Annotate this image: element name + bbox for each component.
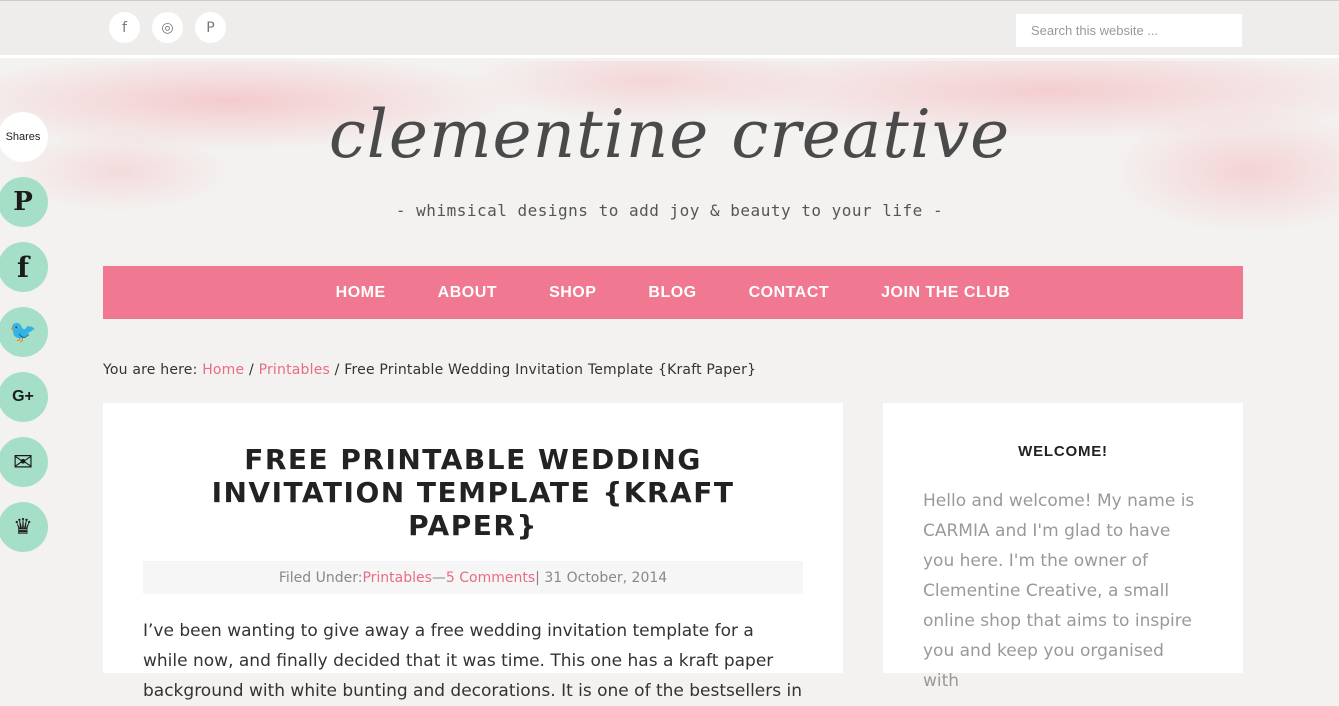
breadcrumb-prefix: You are here:: [103, 362, 203, 378]
nav-shop[interactable]: SHOP: [549, 284, 596, 302]
sidebar-welcome-widget: WELCOME! Hello and welcome! My name is C…: [883, 403, 1243, 691]
nav-contact[interactable]: CONTACT: [749, 284, 830, 302]
breadcrumb-separator: /: [244, 362, 259, 378]
widget-title: WELCOME!: [1018, 443, 1108, 460]
main-nav: HOME ABOUT SHOP BLOG CONTACT JOIN THE CL…: [103, 266, 1243, 319]
facebook-icon[interactable]: f: [109, 12, 140, 43]
search-input[interactable]: [1016, 14, 1242, 47]
instagram-icon[interactable]: ◎: [152, 12, 183, 43]
nav-join-the-club[interactable]: JOIN THE CLUB: [881, 284, 1010, 302]
nav-about[interactable]: ABOUT: [438, 284, 497, 302]
crown-icon[interactable]: ♛: [0, 502, 48, 552]
breadcrumb-category-link[interactable]: Printables: [259, 362, 330, 378]
nav-home[interactable]: HOME: [336, 284, 386, 302]
breadcrumb-current: Free Printable Wedding Invitation Templa…: [344, 362, 757, 378]
site-tagline: - whimsical designs to add joy & beauty …: [395, 201, 944, 220]
share-count-label: Shares: [0, 112, 48, 162]
post-title: FREE PRINTABLE WEDDING INVITATION TEMPLA…: [211, 443, 735, 542]
google-plus-icon[interactable]: G+: [0, 372, 48, 422]
facebook-icon[interactable]: f: [0, 242, 48, 292]
breadcrumb-separator: /: [330, 362, 345, 378]
pinterest-icon[interactable]: P: [195, 12, 226, 43]
site-logo[interactable]: clementine creative: [0, 96, 1339, 173]
breadcrumb-home-link[interactable]: Home: [202, 362, 244, 378]
meta-dash: —: [431, 569, 446, 586]
pinterest-icon[interactable]: P: [0, 177, 48, 227]
site-header: clementine creative - whimsical designs …: [0, 61, 1339, 261]
widget-text: Hello and welcome! My name is CARMIA and…: [923, 491, 1195, 691]
nav-blog[interactable]: BLOG: [648, 284, 696, 302]
social-links: f ◎ P: [109, 12, 226, 43]
top-bar: f ◎ P: [0, 0, 1339, 58]
post-meta: Filed Under: Printables — 5 Comments | 3…: [143, 561, 803, 594]
meta-category-link[interactable]: Printables: [362, 570, 431, 586]
twitter-icon[interactable]: 🐦: [0, 307, 48, 357]
meta-filed-under: Filed Under:: [278, 569, 363, 586]
meta-comments-link[interactable]: 5 Comments: [446, 570, 535, 586]
email-icon[interactable]: ✉: [0, 437, 48, 487]
post-body: I’ve been wanting to give away a free we…: [143, 621, 803, 701]
breadcrumb: You are here: Home / Printables / Free P…: [103, 362, 756, 378]
meta-date: | 31 October, 2014: [535, 569, 668, 586]
post-article: FREE PRINTABLE WEDDING INVITATION TEMPLA…: [103, 403, 843, 701]
